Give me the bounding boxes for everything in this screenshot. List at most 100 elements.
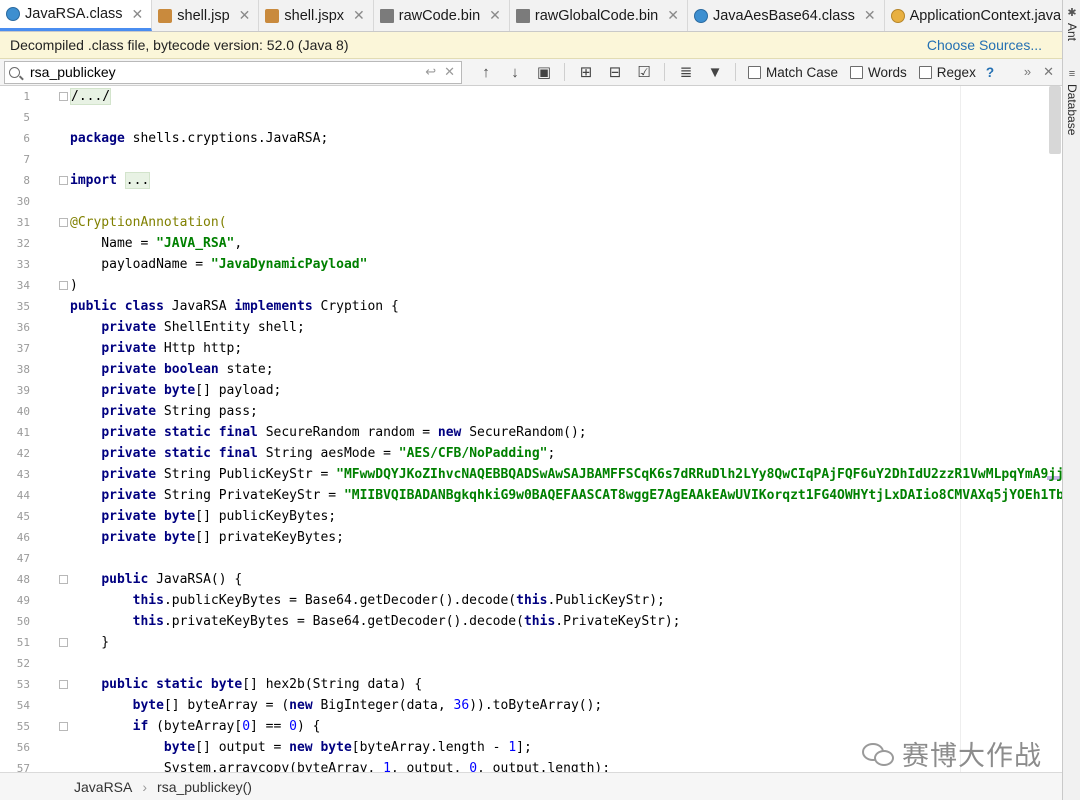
code-token: 1 bbox=[508, 740, 517, 755]
match-case-box[interactable] bbox=[748, 65, 761, 79]
database-tool-button[interactable]: ≡ Database bbox=[1063, 68, 1080, 135]
code-token: , bbox=[234, 236, 243, 251]
unselect-occurrence-icon[interactable]: ⊟ bbox=[607, 63, 623, 81]
more-options-icon[interactable]: » bbox=[1024, 64, 1031, 80]
code-line[interactable]: } bbox=[70, 632, 109, 653]
search-icon[interactable] bbox=[9, 66, 20, 78]
code-line[interactable]: this.publicKeyBytes = Base64.getDecoder(… bbox=[70, 590, 665, 611]
fold-marker-icon[interactable] bbox=[59, 92, 68, 101]
fold-marker-icon[interactable] bbox=[59, 281, 68, 290]
tab-applicationcontext-java[interactable]: ApplicationContext.java✕ bbox=[885, 0, 1062, 31]
breadcrumb-method[interactable]: rsa_publickey() bbox=[157, 779, 252, 795]
fold-marker-icon[interactable] bbox=[59, 680, 68, 689]
choose-sources-link[interactable]: Choose Sources... bbox=[927, 37, 1042, 53]
fold-marker-icon[interactable] bbox=[59, 218, 68, 227]
code-token: @CryptionAnnotation( bbox=[70, 215, 227, 230]
code-line[interactable]: private Http http; bbox=[70, 338, 242, 359]
code-line[interactable]: public JavaRSA() { bbox=[70, 569, 242, 590]
match-case-checkbox[interactable]: Match Case bbox=[748, 65, 838, 80]
close-find-bar-icon[interactable]: ✕ bbox=[1043, 64, 1054, 80]
close-tab-icon[interactable]: ✕ bbox=[489, 7, 501, 24]
fold-marker-icon[interactable] bbox=[59, 722, 68, 731]
code-line[interactable]: private byte[] payload; bbox=[70, 380, 281, 401]
code-line[interactable]: public class JavaRSA implements Cryption… bbox=[70, 296, 399, 317]
line-number: 41 bbox=[16, 426, 30, 439]
search-input[interactable] bbox=[30, 64, 418, 80]
vertical-scrollbar-thumb[interactable] bbox=[1049, 86, 1061, 154]
close-tab-icon[interactable]: ✕ bbox=[864, 7, 876, 24]
code-line[interactable]: byte[] byteArray = (new BigInteger(data,… bbox=[70, 695, 603, 716]
next-occurrence-icon[interactable]: ↓ bbox=[507, 64, 523, 81]
code-token: private bbox=[101, 341, 157, 356]
fold-marker-icon[interactable] bbox=[59, 176, 68, 185]
code-line[interactable]: if (byteArray[0] == 0) { bbox=[70, 716, 321, 737]
code-line[interactable]: private byte[] publicKeyBytes; bbox=[70, 506, 336, 527]
code-line[interactable]: package shells.cryptions.JavaRSA; bbox=[70, 128, 328, 149]
fold-marker-icon[interactable] bbox=[59, 638, 68, 647]
code-line[interactable]: private boolean state; bbox=[70, 359, 274, 380]
code-line[interactable]: /.../ bbox=[70, 86, 112, 107]
close-tab-icon[interactable]: ✕ bbox=[132, 6, 144, 23]
ant-tool-button[interactable]: ✱ Ant bbox=[1063, 6, 1080, 41]
line-number: 52 bbox=[16, 657, 30, 670]
code-line[interactable]: public static byte[] hex2b(String data) … bbox=[70, 674, 422, 695]
fold-marker-icon[interactable] bbox=[59, 575, 68, 584]
code-line[interactable]: System.arraycopy(byteArray, 1, output, 0… bbox=[70, 758, 610, 772]
code-token: private bbox=[101, 530, 157, 545]
tab-shell-jspx[interactable]: shell.jspx ✕ bbox=[259, 0, 374, 31]
words-box[interactable] bbox=[850, 65, 864, 79]
regex-label: Regex bbox=[936, 64, 976, 80]
code-line[interactable]: import ... bbox=[70, 170, 151, 191]
line-number: 40 bbox=[16, 405, 30, 418]
tab-rawglobalcode-bin[interactable]: rawGlobalCode.bin ✕ bbox=[510, 0, 688, 31]
code-editor[interactable]: 1 5 6 7 8 30 31 32 33 34 35 36 37 38 39 40 41 42 43 44 45 46 4… bbox=[0, 86, 1062, 772]
close-tab-icon[interactable]: ✕ bbox=[353, 7, 365, 24]
code-token: byte bbox=[163, 383, 196, 398]
show-filter-popup-icon[interactable]: ≣ bbox=[678, 63, 694, 81]
code-line[interactable]: private String PublicKeyStr = "MFwwDQYJK… bbox=[70, 464, 1062, 485]
code-line[interactable]: private String PrivateKeyStr = "MIIBVQIB… bbox=[70, 485, 1062, 506]
close-tab-icon[interactable]: ✕ bbox=[239, 7, 251, 24]
code-line[interactable]: private ShellEntity shell; bbox=[70, 317, 305, 338]
code-token: ; bbox=[547, 446, 556, 461]
code-token: byte bbox=[163, 530, 196, 545]
select-all-occurrences-icon[interactable]: ☑ bbox=[636, 63, 652, 81]
code-line[interactable]: private byte[] privateKeyBytes; bbox=[70, 527, 344, 548]
code-token: public bbox=[101, 677, 149, 692]
regex-checkbox[interactable]: Regex bbox=[918, 64, 976, 80]
binary-file-icon bbox=[379, 8, 394, 23]
code-line[interactable]: private String pass; bbox=[70, 401, 258, 422]
new-line-icon[interactable]: ↩ bbox=[425, 64, 436, 80]
code-line[interactable]: this.privateKeyBytes = Base64.getDecoder… bbox=[70, 611, 681, 632]
add-selection-next-icon[interactable]: ⊞ bbox=[578, 63, 594, 81]
filter-icon[interactable]: ▼ bbox=[707, 64, 723, 81]
close-tab-icon[interactable]: ✕ bbox=[667, 7, 679, 24]
code-line[interactable]: ) bbox=[70, 275, 78, 296]
tab-javarsa-class[interactable]: JavaRSA.class ✕ bbox=[0, 0, 153, 31]
regex-help-link[interactable]: ? bbox=[986, 65, 994, 80]
clear-search-icon[interactable]: ✕ bbox=[444, 64, 455, 80]
tab-shell-jsp[interactable]: shell.jsp ✕ bbox=[152, 0, 260, 31]
code-line[interactable]: private static final String aesMode = "A… bbox=[70, 443, 555, 464]
find-in-selection-icon[interactable]: ▣ bbox=[536, 63, 552, 81]
line-number: 6 bbox=[23, 132, 30, 145]
tab-javaaesbase64-class[interactable]: JavaAesBase64.class ✕ bbox=[688, 0, 885, 31]
words-checkbox[interactable]: Words bbox=[850, 65, 907, 80]
code-line[interactable]: payloadName = "JavaDynamicPayload" bbox=[70, 254, 367, 275]
tab-rawcode-bin[interactable]: rawCode.bin ✕ bbox=[374, 0, 510, 31]
previous-occurrence-icon[interactable]: ↑ bbox=[478, 64, 494, 81]
code-token: state; bbox=[218, 362, 274, 377]
breadcrumb-class[interactable]: JavaRSA bbox=[74, 779, 132, 795]
code-line[interactable]: @CryptionAnnotation( bbox=[70, 212, 227, 233]
code-line[interactable]: Name = "JAVA_RSA", bbox=[70, 233, 242, 254]
line-number: 43 bbox=[16, 468, 30, 481]
code-line[interactable]: private static final SecureRandom random… bbox=[70, 422, 586, 443]
regex-box[interactable] bbox=[918, 65, 932, 79]
code-line[interactable]: byte[] output = new byte[byteArray.lengt… bbox=[70, 737, 532, 758]
code-token: private bbox=[101, 404, 157, 419]
code-token: Name = bbox=[70, 236, 157, 251]
